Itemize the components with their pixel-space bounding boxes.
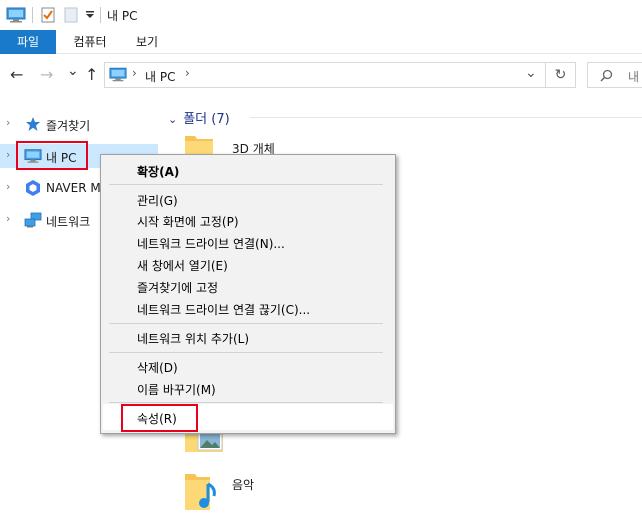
window-title: 내 PC xyxy=(107,9,138,23)
folder-music[interactable] xyxy=(184,470,220,515)
expand-chevron-icon[interactable]: › xyxy=(6,148,10,161)
menu-item-pin-to-start[interactable]: 시작 화면에 고정(P) xyxy=(137,213,239,230)
expand-chevron-icon[interactable]: › xyxy=(6,180,10,193)
music-folder-icon xyxy=(185,474,216,510)
refresh-button[interactable]: ↻ xyxy=(546,62,576,88)
menu-item-delete[interactable]: 삭제(D) xyxy=(137,359,178,376)
address-bar[interactable]: › 내 PC › ⌄ xyxy=(104,62,546,88)
expand-chevron-icon[interactable]: › xyxy=(6,212,10,225)
nav-item-quick-access[interactable]: › 즐겨찾기 xyxy=(0,112,158,136)
search-field[interactable]: 내 xyxy=(587,62,642,88)
address-dropdown[interactable]: ⌄ xyxy=(525,65,537,81)
menu-item-pin-to-quick-access[interactable]: 즐겨찾기에 고정 xyxy=(137,279,218,296)
menu-item-add-network-location[interactable]: 네트워크 위치 추가(L) xyxy=(137,330,249,347)
network-icon xyxy=(24,212,42,228)
up-button[interactable]: ↑ xyxy=(85,65,98,84)
back-button[interactable]: ← xyxy=(10,65,23,84)
address-separator: › xyxy=(132,66,137,80)
tab-computer[interactable]: 컴퓨터 xyxy=(62,30,118,54)
expand-chevron-icon[interactable]: › xyxy=(6,116,10,129)
tab-view[interactable]: 보기 xyxy=(124,30,170,54)
recent-locations-button[interactable]: ⌄ xyxy=(67,63,79,79)
search-placeholder: 내 xyxy=(628,70,640,84)
menu-separator xyxy=(109,323,383,324)
menu-separator xyxy=(109,402,383,403)
naver-mybox-icon xyxy=(26,180,40,196)
computer-icon xyxy=(109,67,127,82)
new-folder-icon[interactable] xyxy=(64,7,78,23)
title-separator xyxy=(32,7,33,23)
folders-group-header[interactable]: ⌄ 폴더 (7) xyxy=(168,108,230,127)
group-header-label: 폴더 (7) xyxy=(183,112,230,127)
properties-checkbox-icon[interactable] xyxy=(40,7,56,23)
address-location[interactable]: 내 PC xyxy=(145,68,175,85)
menu-item-expand[interactable]: 확장(A) xyxy=(137,163,179,180)
title-separator xyxy=(100,7,101,23)
group-divider xyxy=(250,117,642,118)
folder-label: 음악 xyxy=(232,478,255,492)
nav-item-label: 네트워크 xyxy=(46,215,91,229)
navigation-bar: ← → ⌄ ↑ › 내 PC › ⌄ ↻ 내 xyxy=(0,54,642,96)
menu-item-open-in-new-window[interactable]: 새 창에서 열기(E) xyxy=(137,257,228,274)
title-bar: 내 PC xyxy=(0,0,642,30)
ribbon-tabs: 파일 컴퓨터 보기 xyxy=(0,30,642,54)
menu-item-rename[interactable]: 이름 바꾸기(M) xyxy=(137,381,216,398)
address-chevron[interactable]: › xyxy=(185,66,190,80)
annotation-highlight-box xyxy=(121,404,198,432)
nav-item-label: NAVER MY xyxy=(46,181,109,195)
star-icon xyxy=(26,117,40,131)
annotation-highlight-box xyxy=(16,141,88,170)
menu-item-manage[interactable]: 관리(G) xyxy=(137,192,178,209)
menu-item-map-network-drive[interactable]: 네트워크 드라이브 연결(N)... xyxy=(137,235,285,252)
nav-item-label: 즐겨찾기 xyxy=(46,119,91,133)
collapse-chevron-icon[interactable]: ⌄ xyxy=(168,113,177,126)
menu-separator xyxy=(109,184,383,185)
context-menu: 확장(A) 관리(G) 시작 화면에 고정(P) 네트워크 드라이브 연결(N)… xyxy=(100,154,396,434)
tab-file[interactable]: 파일 xyxy=(0,30,56,54)
computer-icon[interactable] xyxy=(6,7,26,23)
menu-item-disconnect-network-drive[interactable]: 네트워크 드라이브 연결 끊기(C)... xyxy=(137,301,310,318)
menu-separator xyxy=(109,352,383,353)
search-icon xyxy=(600,69,613,82)
forward-button[interactable]: → xyxy=(40,65,53,84)
customize-quick-access-dropdown[interactable] xyxy=(85,10,95,20)
